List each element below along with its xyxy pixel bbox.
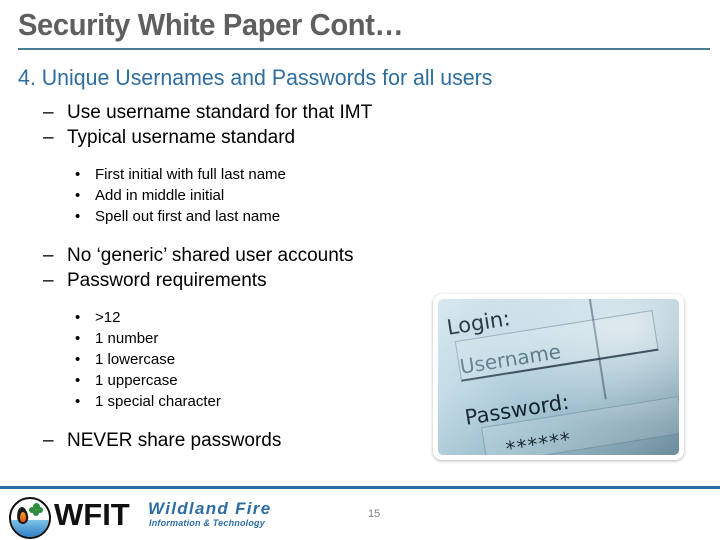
dash-bullet-icon: – [43,270,54,291]
bullet-text: 1 uppercase [95,372,178,389]
dot-bullet-icon: • [75,351,81,368]
tree-icon [29,503,44,518]
dot-bullet-icon: • [75,166,81,183]
slide-footer: WFIT Wildland Fire Information & Technol… [0,489,720,540]
bullet-item: • Add in middle initial [75,185,720,206]
bullet-text: 1 special character [95,393,221,410]
wfit-emblem-icon [9,497,51,539]
dash-bullet-icon: – [43,127,54,148]
wfit-tagline-secondary: Information & Technology [149,518,265,528]
bullet-text: 1 lowercase [95,351,176,368]
dash-bullet-icon: – [43,430,54,451]
bullet-text: First initial with full last name [95,166,286,183]
dash-bullet-icon: – [43,102,54,123]
bullet-text: >12 [95,309,121,326]
bullet-item: • Spell out first and last name [75,206,720,227]
bullet-text: Typical username standard [67,127,296,148]
section-heading: 4. Unique Usernames and Passwords for al… [18,65,493,90]
title-divider [18,48,710,50]
dot-bullet-icon: • [75,393,81,410]
bullet-text: Use username standard for that IMT [67,102,373,123]
dot-bullet-icon: • [75,330,81,347]
bullet-text: 1 number [95,330,159,347]
bullet-item: – No ‘generic’ shared user accounts [43,243,720,268]
dot-bullet-icon: • [75,187,81,204]
wfit-tagline-primary: Wildland Fire [148,499,272,518]
bullet-text: No ‘generic’ shared user accounts [67,245,354,266]
flame-inner-shape [19,512,26,522]
bullet-item: – Typical username standard [43,125,720,150]
bullet-text: Add in middle initial [95,187,225,204]
bullet-text: Password requirements [67,270,267,291]
bullet-item: – Use username standard for that IMT [43,100,720,125]
dot-bullet-icon: • [75,208,81,225]
bullet-item: – Password requirements [43,268,720,293]
page-title: Security White Paper Cont… [18,7,404,42]
dash-bullet-icon: – [43,245,54,266]
bullet-item: • First initial with full last name [75,164,720,185]
login-form-photo-content: Login: Username Password: ****** [438,299,679,455]
bullet-text: NEVER share passwords [67,430,282,451]
bullet-text: Spell out first and last name [95,208,281,225]
wfit-acronym: WFIT [54,497,130,532]
dot-bullet-icon: • [75,309,81,326]
login-form-image: Login: Username Password: ****** [433,294,684,460]
dot-bullet-icon: • [75,372,81,389]
page-number: 15 [368,508,381,520]
water-shape [11,519,49,537]
